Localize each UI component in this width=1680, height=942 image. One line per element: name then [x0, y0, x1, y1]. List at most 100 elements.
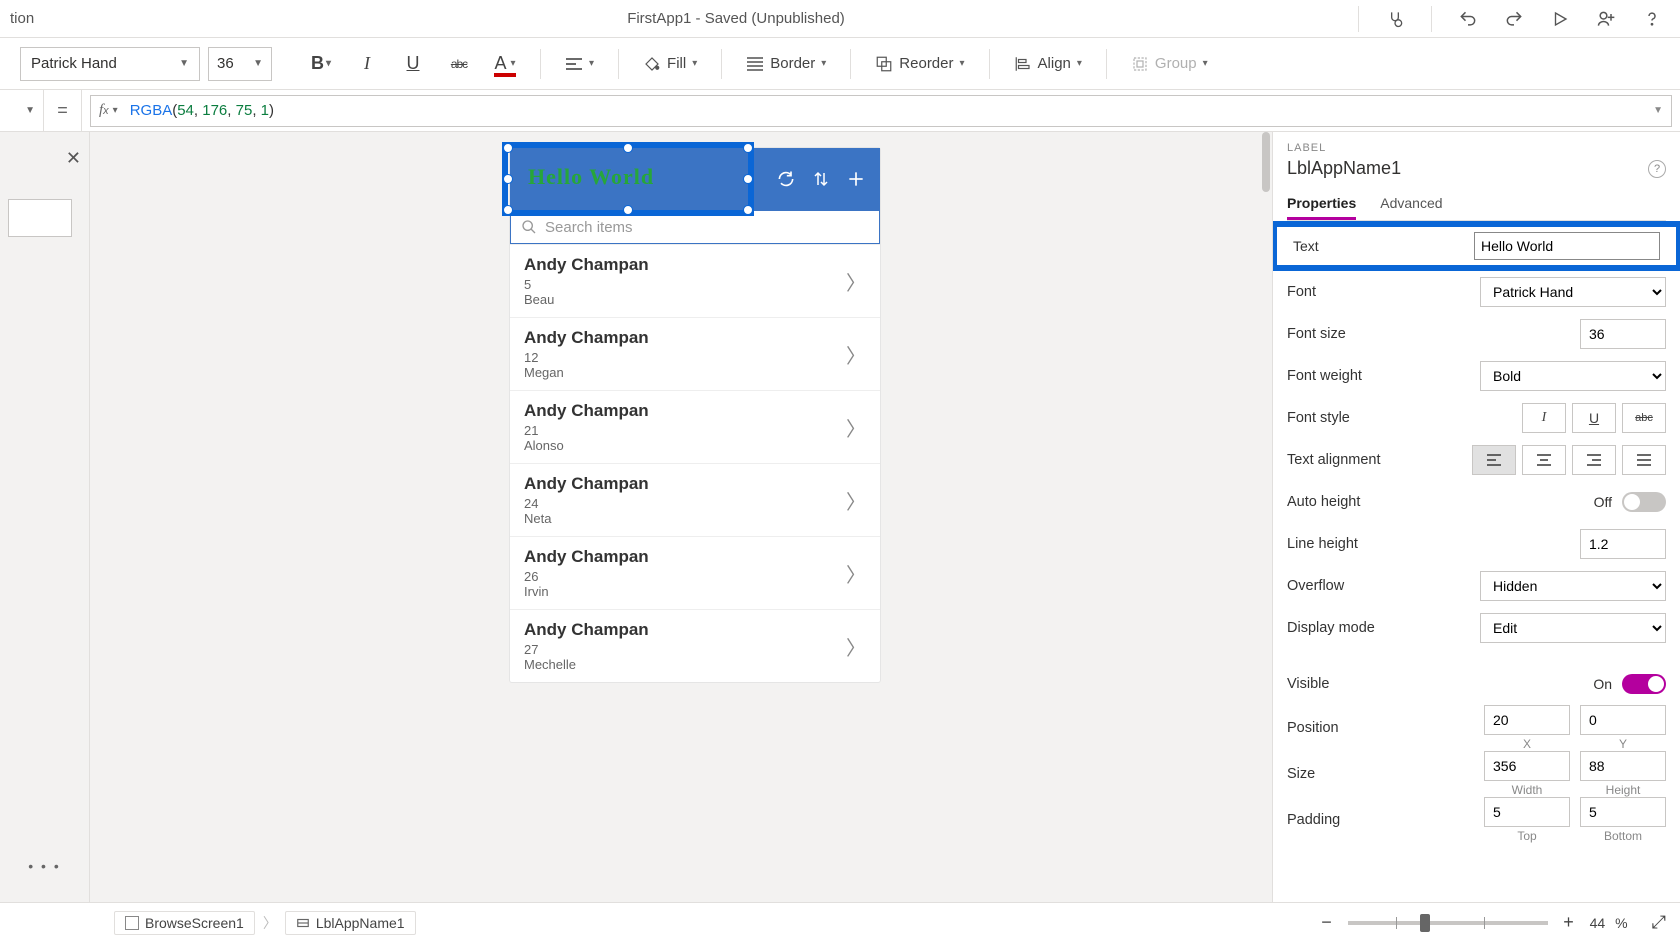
property-dropdown[interactable]: ▼: [0, 90, 44, 131]
font-color-button[interactable]: A▾: [486, 47, 524, 81]
breadcrumb-control[interactable]: LblAppName1: [285, 911, 416, 935]
fullscreen-icon[interactable]: ⤢: [1652, 912, 1666, 933]
font-size-select[interactable]: 36 ▼: [208, 47, 272, 81]
formula-input[interactable]: fx ▾ RGBA(54, 176, 75, 1) ▼: [90, 95, 1672, 127]
group-icon: [1131, 55, 1149, 73]
align-justify-button[interactable]: [1622, 445, 1666, 475]
italic-toggle[interactable]: I: [1522, 403, 1566, 433]
border-button[interactable]: Border ▾: [738, 47, 834, 81]
align-icon: [1014, 55, 1032, 73]
zoom-in-button[interactable]: +: [1558, 912, 1580, 934]
list-item[interactable]: Andy Champan 5 Beau 〉: [510, 244, 880, 317]
pad-top-input[interactable]: [1484, 797, 1570, 827]
resize-handle[interactable]: [503, 174, 513, 184]
resize-handle[interactable]: [623, 205, 633, 215]
text-value-input[interactable]: [1474, 232, 1660, 260]
share-icon[interactable]: [1594, 7, 1618, 31]
chevron-down-icon[interactable]: ▼: [1653, 105, 1663, 116]
app-preview: Search items Andy Champan 5 Beau 〉 Andy …: [510, 148, 880, 682]
item-name: Andy Champan: [524, 547, 846, 567]
resize-handle[interactable]: [503, 205, 513, 215]
underline-button[interactable]: U: [394, 47, 432, 81]
chevron-down-icon: ▼: [253, 58, 263, 69]
pos-x-input[interactable]: [1484, 705, 1570, 735]
tab-advanced[interactable]: Advanced: [1380, 189, 1442, 220]
item-name: Andy Champan: [524, 255, 846, 275]
rail-input[interactable]: [8, 199, 72, 237]
ellipsis-icon[interactable]: • • •: [28, 858, 60, 874]
breadcrumb: BrowseScreen1 〉 LblAppName1: [114, 911, 416, 935]
list-item[interactable]: Andy Champan 24 Neta 〉: [510, 463, 880, 536]
underline-toggle[interactable]: U: [1572, 403, 1616, 433]
list-item[interactable]: Andy Champan 26 Irvin 〉: [510, 536, 880, 609]
pos-y-input[interactable]: [1580, 705, 1666, 735]
chevron-right-icon: 〉: [846, 559, 866, 588]
canvas[interactable]: Hello World: [90, 132, 1272, 902]
list-item[interactable]: Andy Champan 21 Alonso 〉: [510, 390, 880, 463]
redo-icon[interactable]: [1502, 7, 1526, 31]
sort-icon[interactable]: [812, 169, 830, 189]
overflow-label: Overflow: [1287, 578, 1480, 594]
control-category: LABEL: [1287, 142, 1666, 154]
item-sub: Irvin: [524, 584, 846, 599]
label-icon: [296, 916, 310, 930]
align-center-button[interactable]: [1522, 445, 1566, 475]
reorder-button[interactable]: Reorder ▾: [867, 47, 972, 81]
chevron-right-icon: 〉: [846, 486, 866, 515]
align-button[interactable]: Align ▾: [1006, 47, 1090, 81]
resize-handle[interactable]: [743, 205, 753, 215]
play-icon[interactable]: [1548, 7, 1572, 31]
visible-toggle[interactable]: [1622, 674, 1666, 694]
resize-handle[interactable]: [503, 143, 513, 153]
item-name: Andy Champan: [524, 620, 846, 640]
properties-pane: LABEL LblAppName1 ? Properties Advanced …: [1272, 132, 1680, 902]
fontstyle-label: Font style: [1287, 410, 1522, 426]
help-icon[interactable]: [1640, 7, 1664, 31]
help-icon[interactable]: ?: [1648, 160, 1666, 178]
reorder-icon: [875, 55, 893, 73]
list-item[interactable]: Andy Champan 27 Mechelle 〉: [510, 609, 880, 682]
refresh-icon[interactable]: [776, 169, 796, 189]
selection-box[interactable]: Hello World: [502, 142, 754, 216]
zoom-slider[interactable]: [1348, 921, 1548, 925]
close-icon[interactable]: ✕: [66, 148, 81, 169]
size-w-input[interactable]: [1484, 751, 1570, 781]
tab-properties[interactable]: Properties: [1287, 189, 1356, 220]
align-label: Align: [1038, 55, 1071, 72]
add-icon[interactable]: [846, 169, 866, 189]
resize-handle[interactable]: [743, 143, 753, 153]
overflow-select[interactable]: Hidden: [1480, 571, 1666, 601]
item-sub: Alonso: [524, 438, 846, 453]
displaymode-select[interactable]: Edit: [1480, 613, 1666, 643]
italic-button[interactable]: I: [348, 47, 386, 81]
autoheight-state: Off: [1594, 494, 1612, 510]
autoheight-label: Auto height: [1287, 494, 1594, 510]
list-item[interactable]: Andy Champan 12 Megan 〉: [510, 317, 880, 390]
autoheight-toggle[interactable]: [1622, 492, 1666, 512]
bold-button[interactable]: B▾: [302, 47, 340, 81]
font-select[interactable]: Patrick Hand ▼: [20, 47, 200, 81]
resize-handle[interactable]: [623, 143, 633, 153]
fontweight-select[interactable]: Bold: [1480, 361, 1666, 391]
pad-bottom-input[interactable]: [1580, 797, 1666, 827]
strikethrough-button[interactable]: abc: [440, 47, 478, 81]
fill-button[interactable]: Fill ▾: [635, 47, 705, 81]
titlebar-left-text: tion: [6, 10, 116, 27]
strike-toggle[interactable]: abc: [1622, 403, 1666, 433]
breadcrumb-screen[interactable]: BrowseScreen1: [114, 911, 255, 935]
fontsize-input[interactable]: [1580, 319, 1666, 349]
align-left-button[interactable]: [1472, 445, 1516, 475]
scrollbar[interactable]: [1260, 132, 1272, 902]
text-align-button[interactable]: ▾: [557, 47, 602, 81]
fontweight-label: Font weight: [1287, 368, 1480, 384]
lineheight-input[interactable]: [1580, 529, 1666, 559]
health-icon[interactable]: [1383, 7, 1407, 31]
resize-handle[interactable]: [743, 174, 753, 184]
align-right-button[interactable]: [1572, 445, 1616, 475]
undo-icon[interactable]: [1456, 7, 1480, 31]
fill-label: Fill: [667, 55, 686, 72]
size-h-input[interactable]: [1580, 751, 1666, 781]
font-select[interactable]: Patrick Hand: [1480, 277, 1666, 307]
zoom-out-button[interactable]: −: [1316, 912, 1338, 934]
textalign-label: Text alignment: [1287, 452, 1472, 468]
